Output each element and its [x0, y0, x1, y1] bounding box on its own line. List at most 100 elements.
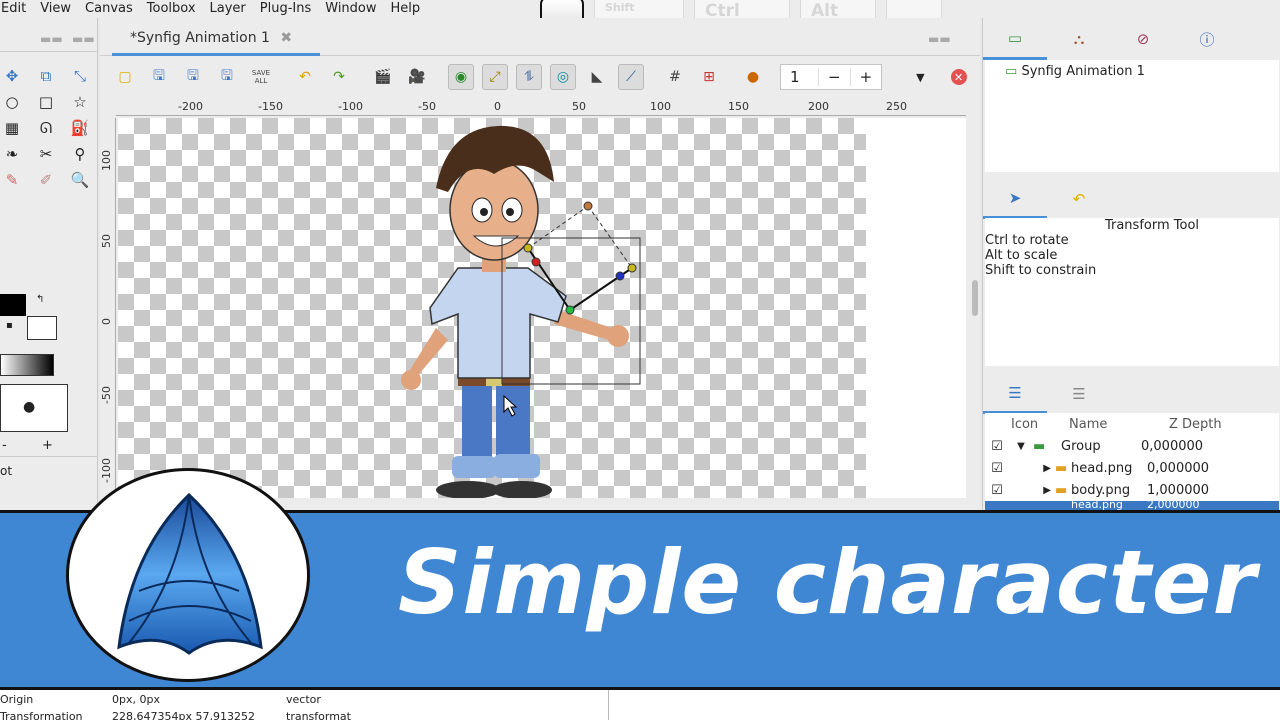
menu-help[interactable]: Help — [384, 1, 428, 17]
circle-tool-icon[interactable]: ○ — [2, 92, 22, 112]
position-handles-icon[interactable]: ◉ — [448, 64, 474, 90]
panel-close-icon[interactable]: ▬▬ — [72, 32, 95, 46]
canvas-browser-item[interactable]: ▭ Synfig Animation 1 — [985, 60, 1279, 83]
bone-handles-icon[interactable]: ⟋ — [618, 64, 644, 90]
save-copy-icon[interactable]: 🖫 — [214, 64, 240, 90]
menu-window[interactable]: Window — [318, 1, 383, 17]
save-as-icon[interactable]: 🖫 — [180, 64, 206, 90]
layer-visible-checkbox[interactable]: ☑ — [985, 483, 1009, 498]
save-icon[interactable]: 🖫 — [146, 64, 172, 90]
layers-tab-icon[interactable]: ☰ — [983, 374, 1047, 414]
library-tab-icon[interactable]: ⛬ — [1047, 30, 1111, 48]
scale-handle[interactable] — [531, 257, 541, 267]
menu-view[interactable]: View — [33, 1, 78, 17]
outline-color-swatch[interactable] — [0, 294, 26, 316]
tangent-handles-icon[interactable]: ⤢ — [482, 64, 508, 90]
expander-icon[interactable]: ▼ — [1009, 441, 1033, 452]
brush-size-preview[interactable]: ● — [0, 384, 68, 432]
vertical-scrollbar[interactable] — [972, 280, 978, 316]
col-name-header[interactable]: Name — [1041, 417, 1119, 432]
pencil-tool-icon[interactable]: ✎ — [2, 170, 22, 190]
draw-tool-icon[interactable]: ❧ — [2, 144, 22, 164]
active-tab-indicator — [112, 53, 320, 56]
spline-tool-icon[interactable]: ᘏ — [36, 118, 56, 138]
fill-color-swatch[interactable] — [27, 316, 57, 340]
canvas-browser-tab-icon[interactable]: ▭ — [983, 18, 1047, 60]
position-handle[interactable] — [565, 305, 575, 315]
history-tab-icon[interactable]: ↶ — [1047, 190, 1111, 208]
gradient-swatch[interactable] — [0, 354, 54, 376]
menu-canvas[interactable]: Canvas — [78, 1, 140, 17]
rectangle-tool-icon[interactable]: □ — [36, 92, 56, 112]
redo-icon[interactable]: ↷ — [326, 64, 352, 90]
col-icon-header[interactable]: Icon — [985, 417, 1041, 432]
tip-handle[interactable] — [627, 263, 637, 273]
scale-tool-icon[interactable]: ⤡ — [70, 66, 90, 86]
angle-handles-icon[interactable]: ◎ — [550, 64, 576, 90]
col-zdepth-header[interactable]: Z Depth — [1119, 417, 1222, 432]
right-dock: ▭ ⛬ ⊘ ⓘ ▭ Synfig Animation 1 ➤ ↶ Transfo… — [982, 18, 1280, 510]
layer-row[interactable]: ☑ ▶ ▬ head.png 0,000000 — [985, 457, 1279, 479]
navigator-tab-icon[interactable]: ⊘ — [1111, 30, 1175, 48]
image-folder-icon: ▬ — [1055, 482, 1068, 498]
vertex-handles-icon[interactable]: ◣ — [584, 64, 610, 90]
frame-increment-button[interactable]: + — [851, 68, 882, 86]
snap-grid-icon[interactable]: ⊞ — [696, 64, 722, 90]
sets-tab-icon[interactable]: ☰ — [1047, 385, 1111, 403]
layer-row[interactable]: ☑ ▼ ▬ Group 0,000000 — [985, 435, 1279, 457]
ruler-tick: -150 — [258, 100, 283, 113]
expander-icon[interactable]: ▶ — [1009, 463, 1051, 474]
menu-toolbox[interactable]: Toolbox — [140, 1, 203, 17]
close-canvas-icon[interactable]: ✕ — [950, 69, 967, 85]
layer-visible-checkbox[interactable]: ☑ — [985, 439, 1009, 454]
menu-edit[interactable]: Edit — [0, 1, 33, 17]
angle-handle[interactable] — [583, 201, 593, 211]
param-value[interactable]: 228,647354px 57,913252 — [112, 710, 255, 720]
star-tool-icon[interactable]: ☆ — [70, 92, 90, 112]
menu-layer[interactable]: Layer — [203, 1, 253, 17]
tab-panel-min-icon[interactable]: ▬▬ — [928, 32, 951, 46]
fill-tool-icon[interactable]: ⛽ — [70, 118, 90, 138]
origin-handle[interactable] — [523, 243, 533, 253]
info-tab-icon[interactable]: ⓘ — [1175, 29, 1239, 50]
preview-icon[interactable]: 🎥 — [404, 64, 430, 90]
frame-decrement-button[interactable]: − — [819, 68, 851, 86]
width-decrease-button[interactable]: - — [2, 438, 7, 453]
transform-tool-icon[interactable]: ✥ — [2, 66, 22, 86]
layer-visible-checkbox[interactable]: ☑ — [985, 461, 1009, 476]
panel-min-icon[interactable]: ▬▬ — [40, 32, 63, 46]
gradient-tool-icon[interactable]: ▦ — [2, 118, 22, 138]
tool-hint: Shift to constrain — [985, 263, 1097, 278]
ruler-tick: 100 — [100, 150, 113, 171]
brush-tool-icon[interactable]: ✐ — [36, 170, 56, 190]
tool-options-tab-icon[interactable]: ➤ — [983, 179, 1047, 219]
canvas-stage[interactable] — [118, 118, 866, 498]
swap-colors-icon[interactable]: ↰ — [36, 294, 44, 305]
zoom-tool-icon[interactable]: 🔍 — [70, 170, 90, 190]
onion-skin-icon[interactable]: ● — [740, 64, 766, 90]
undo-icon[interactable]: ↶ — [292, 64, 318, 90]
cutout-tool-icon[interactable]: ✂ — [36, 144, 56, 164]
width-handle[interactable] — [615, 271, 625, 281]
save-all-button[interactable]: SAVE ALL — [248, 64, 274, 90]
toolbar-overflow-icon[interactable]: ▼ — [916, 71, 924, 84]
menu-plugins[interactable]: Plug-Ins — [253, 1, 318, 17]
width-handles-icon[interactable]: ⥮ — [516, 64, 542, 90]
width-increase-button[interactable]: + — [42, 438, 53, 453]
document-tab[interactable]: *Synfig Animation 1 ✖ — [130, 30, 292, 46]
layer-row[interactable]: ☑ ▶ ▬ body.png 1,000000 — [985, 479, 1279, 501]
smooth-move-tool-icon[interactable]: ⧉ — [36, 66, 56, 86]
ruler-tick: 0 — [100, 318, 113, 325]
render-icon[interactable]: 🎬 — [370, 64, 396, 90]
tab-close-icon[interactable]: ✖ — [280, 30, 292, 46]
rotation-guide-2 — [587, 205, 633, 269]
expander-icon[interactable]: ▶ — [1009, 485, 1051, 496]
grid-icon[interactable]: # — [662, 64, 688, 90]
eyedropper-tool-icon[interactable]: ⚲ — [70, 144, 90, 164]
reset-colors-icon[interactable]: ▪ — [6, 320, 13, 331]
new-file-icon[interactable]: ▢ — [112, 64, 138, 90]
frame-value[interactable]: 1 — [781, 68, 819, 86]
layer-row-selected[interactable]: head.png 2,000000 — [985, 501, 1279, 510]
ruler-tick: 50 — [572, 100, 586, 113]
param-value[interactable]: 0px, 0px — [112, 693, 160, 706]
